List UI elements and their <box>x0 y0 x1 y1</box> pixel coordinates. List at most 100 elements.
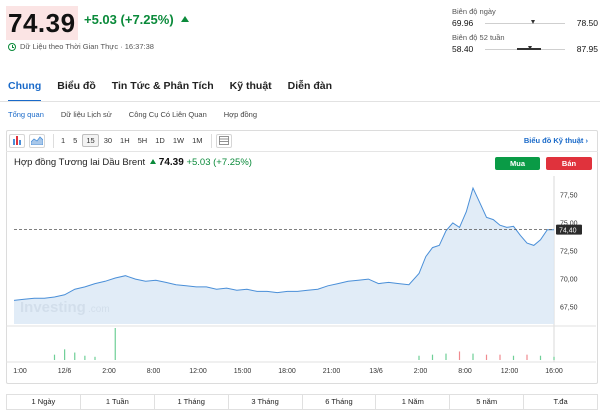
interval-1w[interactable]: 1W <box>170 135 187 146</box>
x-tick-label: 18:00 <box>278 368 296 375</box>
period-6m[interactable]: 6 Tháng <box>303 395 377 409</box>
volume-bar <box>114 328 116 360</box>
interval-1m[interactable]: 1 <box>58 135 68 146</box>
subtab-summary[interactable]: Tổng quan <box>8 110 44 119</box>
week52-range: Biên độ 52 tuần 58.40 87.95 <box>452 33 598 54</box>
week52-range-low: 58.40 <box>452 44 474 54</box>
y-tick-label: 77,50 <box>560 192 578 199</box>
period-1m[interactable]: 1 Tháng <box>155 395 229 409</box>
day-range-marker <box>530 19 535 24</box>
chevron-right-icon: › <box>585 136 589 145</box>
quote-header: 74.39 <box>6 6 78 40</box>
volume-bar <box>64 349 66 360</box>
change-percent: (+7.25%) <box>120 12 174 27</box>
chart-title: Hợp đồng Tương lai Dầu Brent 74.39 +5.03… <box>14 157 252 168</box>
table-view-icon[interactable] <box>216 133 233 148</box>
volume-bar <box>445 353 447 360</box>
interval-1mo[interactable]: 1M <box>189 135 205 146</box>
main-tabs: Chung Biểu đồ Tin Tức & Phân Tích Kỹ thu… <box>8 80 332 102</box>
volume-bar <box>553 356 555 360</box>
x-tick-label: 16:00 <box>545 368 563 375</box>
day-range-high: 78.50 <box>576 18 598 28</box>
tab-overview[interactable]: Chung <box>8 80 42 102</box>
price-chart[interactable]: Investing.com67,5070,0072,5075,0077,5074… <box>6 176 596 382</box>
interval-1h[interactable]: 1H <box>117 135 133 146</box>
interval-30m[interactable]: 30 <box>101 135 115 146</box>
x-tick-label: 13/6 <box>369 368 383 375</box>
candlestick-icon[interactable] <box>9 133 25 148</box>
period-3m[interactable]: 3 Tháng <box>229 395 303 409</box>
x-tick-label: 12/6 <box>58 368 72 375</box>
volume-bar <box>472 353 474 360</box>
last-price-tag-label: 74,40 <box>559 228 577 235</box>
x-tick-label: 15:00 <box>234 368 252 375</box>
change-value: +5.03 <box>84 12 117 27</box>
x-tick-label: 2:00 <box>414 368 428 375</box>
x-tick-label: 12:00 <box>189 368 207 375</box>
interval-1d[interactable]: 1D <box>152 135 168 146</box>
chart-change: +5.03 <box>186 157 211 168</box>
week52-range-high: 87.95 <box>576 44 598 54</box>
x-tick-label: 8:00 <box>458 368 472 375</box>
technical-chart-link-label: Biểu đồ Kỹ thuật <box>523 136 584 145</box>
sub-tabs: Tổng quan Dữ liệu Lịch sử Công Cụ Có Liê… <box>8 110 257 119</box>
subtab-contracts[interactable]: Hợp đồng <box>224 110 257 119</box>
x-tick-label: 2:00 <box>102 368 116 375</box>
x-tick-label: 1:00 <box>13 368 27 375</box>
period-1w[interactable]: 1 Tuần <box>81 395 155 409</box>
volume-bar <box>499 354 501 360</box>
day-range: Biên độ ngày 69.96 78.50 <box>452 7 598 28</box>
clock-icon <box>8 42 16 51</box>
buy-button[interactable]: Mua <box>495 157 540 170</box>
area-chart-icon[interactable] <box>29 133 45 148</box>
week52-range-bar <box>485 45 565 50</box>
technical-chart-link[interactable]: Biểu đồ Kỹ thuật › <box>524 136 588 145</box>
interval-5m[interactable]: 5 <box>70 135 80 146</box>
volume-bar <box>526 354 528 360</box>
volume-bar <box>431 354 434 360</box>
chart-toolbar: 1 5 15 30 1H 5H 1D 1W 1M Biểu đồ Kỹ thuậ… <box>6 130 598 152</box>
day-range-low: 69.96 <box>452 18 474 28</box>
y-tick-label: 70,00 <box>560 277 578 284</box>
chart-price: 74.39 <box>158 157 184 168</box>
tab-forum[interactable]: Diễn đàn <box>288 80 332 92</box>
volume-bar <box>512 355 515 360</box>
interval-5h[interactable]: 5H <box>135 135 151 146</box>
volume-bar <box>458 351 461 360</box>
volume-bar <box>418 355 420 360</box>
y-tick-label: 72,50 <box>560 249 578 256</box>
week52-range-label: Biên độ 52 tuần <box>452 33 505 42</box>
chart-change-percent: (+7.25%) <box>213 157 252 168</box>
period-max[interactable]: T.đa <box>524 395 597 409</box>
volume-bar <box>53 354 56 360</box>
tab-divider <box>0 101 600 102</box>
subtab-historical-data[interactable]: Dữ liệu Lịch sử <box>61 110 112 119</box>
day-range-label: Biên độ ngày <box>452 7 496 16</box>
price-change: +5.03 (+7.25%) <box>84 12 190 27</box>
x-tick-label: 12:00 <box>501 368 519 375</box>
toolbar-separator <box>53 133 54 148</box>
y-tick-label: 67,50 <box>560 305 578 312</box>
tab-technical[interactable]: Kỹ thuật <box>230 80 272 92</box>
subtab-related-tools[interactable]: Công Cụ Có Liên Quan <box>129 110 207 119</box>
x-tick-label: 21:00 <box>323 368 341 375</box>
period-5y[interactable]: 5 năm <box>450 395 525 409</box>
up-arrow-icon <box>149 159 156 164</box>
x-tick-label: 8:00 <box>147 368 161 375</box>
interval-15m[interactable]: 15 <box>82 134 99 147</box>
sell-button[interactable]: Bán <box>546 157 592 170</box>
period-1y[interactable]: 1 Năm <box>376 395 451 409</box>
day-range-bar <box>485 19 565 24</box>
toolbar-separator <box>211 133 213 148</box>
volume-bar <box>94 356 96 360</box>
period-1d[interactable]: 1 Ngày <box>7 395 81 409</box>
tab-chart[interactable]: Biểu đồ <box>57 80 96 92</box>
realtime-label: Dữ Liệu theo Thời Gian Thực · 16:37:38 <box>20 42 154 51</box>
tab-news[interactable]: Tin Tức & Phân Tích <box>112 80 214 92</box>
instrument-name: Hợp đồng Tương lai Dầu Brent <box>14 157 146 168</box>
price-area-fill <box>14 188 554 324</box>
period-selector: 1 Ngày 1 Tuần 1 Tháng 3 Tháng 6 Tháng 1 … <box>6 394 598 410</box>
volume-bar <box>74 352 76 360</box>
week52-range-marker <box>528 45 533 50</box>
last-price: 74.39 <box>6 6 78 40</box>
